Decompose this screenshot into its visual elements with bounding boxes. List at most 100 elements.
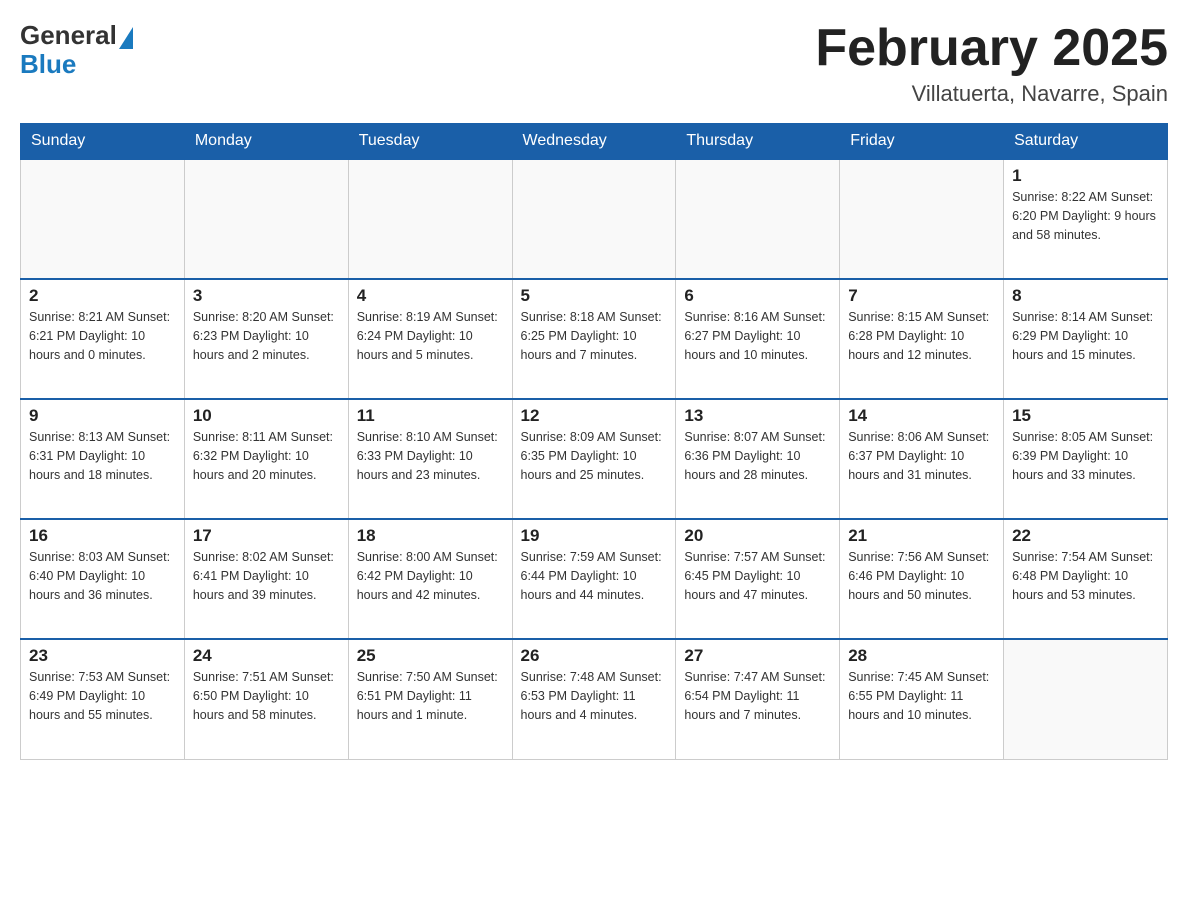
calendar-cell: 22Sunrise: 7:54 AM Sunset: 6:48 PM Dayli… (1004, 519, 1168, 639)
calendar-cell: 21Sunrise: 7:56 AM Sunset: 6:46 PM Dayli… (840, 519, 1004, 639)
logo-blue-text: Blue (20, 49, 76, 80)
day-info: Sunrise: 7:53 AM Sunset: 6:49 PM Dayligh… (29, 668, 176, 724)
day-number: 8 (1012, 286, 1159, 306)
page-header: General Blue February 2025 Villatuerta, … (20, 20, 1168, 107)
calendar-cell: 17Sunrise: 8:02 AM Sunset: 6:41 PM Dayli… (184, 519, 348, 639)
day-number: 28 (848, 646, 995, 666)
calendar-cell: 9Sunrise: 8:13 AM Sunset: 6:31 PM Daylig… (21, 399, 185, 519)
day-info: Sunrise: 8:02 AM Sunset: 6:41 PM Dayligh… (193, 548, 340, 604)
week-row-2: 2Sunrise: 8:21 AM Sunset: 6:21 PM Daylig… (21, 279, 1168, 399)
day-info: Sunrise: 8:00 AM Sunset: 6:42 PM Dayligh… (357, 548, 504, 604)
calendar-cell: 26Sunrise: 7:48 AM Sunset: 6:53 PM Dayli… (512, 639, 676, 759)
calendar-cell (512, 159, 676, 279)
day-number: 7 (848, 286, 995, 306)
weekday-header-friday: Friday (840, 124, 1004, 160)
day-number: 13 (684, 406, 831, 426)
day-info: Sunrise: 8:11 AM Sunset: 6:32 PM Dayligh… (193, 428, 340, 484)
calendar-cell: 5Sunrise: 8:18 AM Sunset: 6:25 PM Daylig… (512, 279, 676, 399)
calendar-table: SundayMondayTuesdayWednesdayThursdayFrid… (20, 123, 1168, 760)
day-info: Sunrise: 8:22 AM Sunset: 6:20 PM Dayligh… (1012, 188, 1159, 244)
day-info: Sunrise: 7:56 AM Sunset: 6:46 PM Dayligh… (848, 548, 995, 604)
day-info: Sunrise: 8:07 AM Sunset: 6:36 PM Dayligh… (684, 428, 831, 484)
day-info: Sunrise: 8:03 AM Sunset: 6:40 PM Dayligh… (29, 548, 176, 604)
calendar-cell: 15Sunrise: 8:05 AM Sunset: 6:39 PM Dayli… (1004, 399, 1168, 519)
calendar-cell: 25Sunrise: 7:50 AM Sunset: 6:51 PM Dayli… (348, 639, 512, 759)
weekday-header-thursday: Thursday (676, 124, 840, 160)
day-number: 24 (193, 646, 340, 666)
weekday-header-sunday: Sunday (21, 124, 185, 160)
day-info: Sunrise: 8:15 AM Sunset: 6:28 PM Dayligh… (848, 308, 995, 364)
day-number: 10 (193, 406, 340, 426)
day-number: 26 (521, 646, 668, 666)
calendar-cell: 1Sunrise: 8:22 AM Sunset: 6:20 PM Daylig… (1004, 159, 1168, 279)
day-number: 20 (684, 526, 831, 546)
calendar-cell (184, 159, 348, 279)
day-info: Sunrise: 8:10 AM Sunset: 6:33 PM Dayligh… (357, 428, 504, 484)
calendar-cell: 20Sunrise: 7:57 AM Sunset: 6:45 PM Dayli… (676, 519, 840, 639)
day-number: 18 (357, 526, 504, 546)
day-info: Sunrise: 7:45 AM Sunset: 6:55 PM Dayligh… (848, 668, 995, 724)
week-row-3: 9Sunrise: 8:13 AM Sunset: 6:31 PM Daylig… (21, 399, 1168, 519)
day-info: Sunrise: 7:54 AM Sunset: 6:48 PM Dayligh… (1012, 548, 1159, 604)
weekday-header-tuesday: Tuesday (348, 124, 512, 160)
day-info: Sunrise: 8:14 AM Sunset: 6:29 PM Dayligh… (1012, 308, 1159, 364)
calendar-cell: 8Sunrise: 8:14 AM Sunset: 6:29 PM Daylig… (1004, 279, 1168, 399)
calendar-cell: 19Sunrise: 7:59 AM Sunset: 6:44 PM Dayli… (512, 519, 676, 639)
day-number: 1 (1012, 166, 1159, 186)
logo-triangle-icon (119, 27, 133, 49)
week-row-5: 23Sunrise: 7:53 AM Sunset: 6:49 PM Dayli… (21, 639, 1168, 759)
day-info: Sunrise: 8:05 AM Sunset: 6:39 PM Dayligh… (1012, 428, 1159, 484)
day-info: Sunrise: 8:06 AM Sunset: 6:37 PM Dayligh… (848, 428, 995, 484)
day-info: Sunrise: 7:47 AM Sunset: 6:54 PM Dayligh… (684, 668, 831, 724)
weekday-header-monday: Monday (184, 124, 348, 160)
day-number: 17 (193, 526, 340, 546)
calendar-cell: 7Sunrise: 8:15 AM Sunset: 6:28 PM Daylig… (840, 279, 1004, 399)
day-number: 25 (357, 646, 504, 666)
day-number: 2 (29, 286, 176, 306)
calendar-cell: 2Sunrise: 8:21 AM Sunset: 6:21 PM Daylig… (21, 279, 185, 399)
calendar-cell: 23Sunrise: 7:53 AM Sunset: 6:49 PM Dayli… (21, 639, 185, 759)
calendar-cell (21, 159, 185, 279)
day-number: 12 (521, 406, 668, 426)
week-row-1: 1Sunrise: 8:22 AM Sunset: 6:20 PM Daylig… (21, 159, 1168, 279)
day-number: 9 (29, 406, 176, 426)
title-block: February 2025 Villatuerta, Navarre, Spai… (815, 20, 1168, 107)
day-info: Sunrise: 8:09 AM Sunset: 6:35 PM Dayligh… (521, 428, 668, 484)
calendar-cell: 18Sunrise: 8:00 AM Sunset: 6:42 PM Dayli… (348, 519, 512, 639)
calendar-cell: 3Sunrise: 8:20 AM Sunset: 6:23 PM Daylig… (184, 279, 348, 399)
calendar-cell: 28Sunrise: 7:45 AM Sunset: 6:55 PM Dayli… (840, 639, 1004, 759)
calendar-cell: 13Sunrise: 8:07 AM Sunset: 6:36 PM Dayli… (676, 399, 840, 519)
day-info: Sunrise: 8:18 AM Sunset: 6:25 PM Dayligh… (521, 308, 668, 364)
calendar-cell: 11Sunrise: 8:10 AM Sunset: 6:33 PM Dayli… (348, 399, 512, 519)
logo: General Blue (20, 20, 133, 80)
day-number: 4 (357, 286, 504, 306)
day-info: Sunrise: 8:13 AM Sunset: 6:31 PM Dayligh… (29, 428, 176, 484)
day-number: 5 (521, 286, 668, 306)
day-info: Sunrise: 8:20 AM Sunset: 6:23 PM Dayligh… (193, 308, 340, 364)
day-number: 22 (1012, 526, 1159, 546)
location: Villatuerta, Navarre, Spain (815, 81, 1168, 107)
day-number: 16 (29, 526, 176, 546)
day-number: 23 (29, 646, 176, 666)
calendar-cell: 6Sunrise: 8:16 AM Sunset: 6:27 PM Daylig… (676, 279, 840, 399)
week-row-4: 16Sunrise: 8:03 AM Sunset: 6:40 PM Dayli… (21, 519, 1168, 639)
day-number: 15 (1012, 406, 1159, 426)
calendar-cell (840, 159, 1004, 279)
month-title: February 2025 (815, 20, 1168, 77)
day-number: 21 (848, 526, 995, 546)
calendar-cell (348, 159, 512, 279)
day-number: 27 (684, 646, 831, 666)
calendar-cell: 24Sunrise: 7:51 AM Sunset: 6:50 PM Dayli… (184, 639, 348, 759)
calendar-cell: 16Sunrise: 8:03 AM Sunset: 6:40 PM Dayli… (21, 519, 185, 639)
day-number: 19 (521, 526, 668, 546)
day-info: Sunrise: 7:59 AM Sunset: 6:44 PM Dayligh… (521, 548, 668, 604)
calendar-cell (1004, 639, 1168, 759)
weekday-header-wednesday: Wednesday (512, 124, 676, 160)
day-info: Sunrise: 7:51 AM Sunset: 6:50 PM Dayligh… (193, 668, 340, 724)
calendar-cell (676, 159, 840, 279)
calendar-cell: 27Sunrise: 7:47 AM Sunset: 6:54 PM Dayli… (676, 639, 840, 759)
weekday-header-saturday: Saturday (1004, 124, 1168, 160)
day-info: Sunrise: 7:48 AM Sunset: 6:53 PM Dayligh… (521, 668, 668, 724)
weekday-header-row: SundayMondayTuesdayWednesdayThursdayFrid… (21, 124, 1168, 160)
day-info: Sunrise: 8:21 AM Sunset: 6:21 PM Dayligh… (29, 308, 176, 364)
